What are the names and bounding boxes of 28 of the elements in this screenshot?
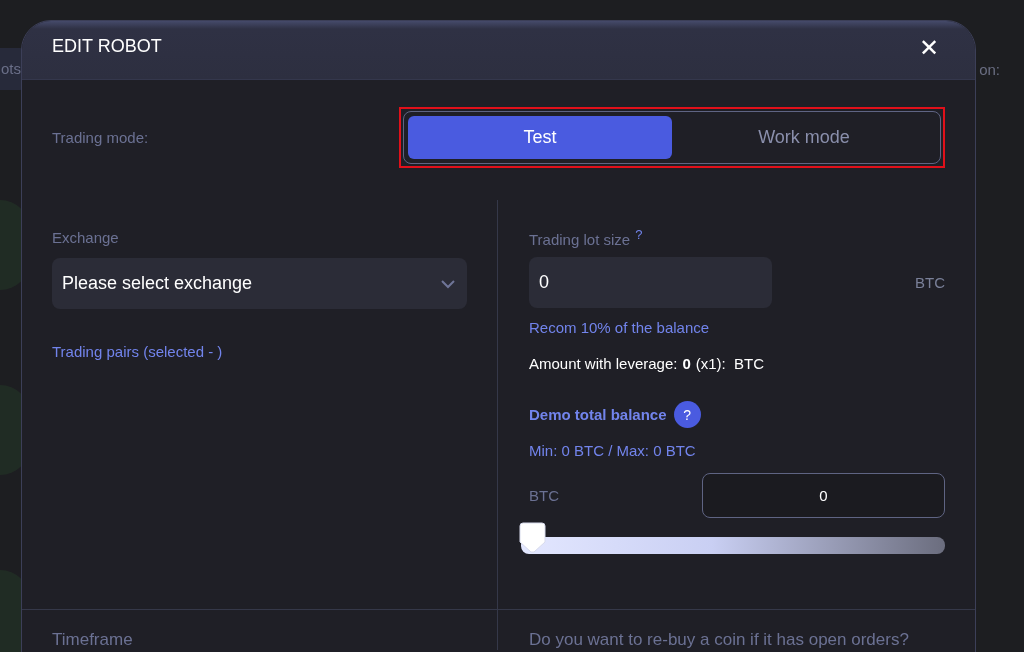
leverage-label: Amount with leverage: bbox=[529, 355, 678, 372]
unit-label: BTC bbox=[915, 274, 945, 291]
background-label: on: bbox=[979, 60, 1000, 78]
section-title: Timeframe bbox=[52, 630, 133, 649]
slider-thumb[interactable] bbox=[518, 522, 547, 553]
dialog-title: EDIT ROBOT bbox=[52, 35, 162, 57]
balance-input[interactable]: 0 bbox=[702, 473, 945, 518]
mode-tab[interactable]: Work mode bbox=[672, 115, 936, 159]
trading-pairs-link[interactable]: Trading pairs (selected - ) bbox=[52, 343, 467, 360]
help-button[interactable]: ? bbox=[673, 401, 701, 428]
chevron-down-icon bbox=[440, 278, 456, 289]
select-placeholder: Please select exchange bbox=[62, 273, 253, 294]
balance-slider[interactable] bbox=[518, 522, 945, 554]
mode-tab[interactable]: Test bbox=[408, 115, 672, 159]
leverage-value: 0 bbox=[682, 355, 691, 372]
unit-label: BTC bbox=[529, 487, 559, 504]
field-label: Exchange bbox=[52, 229, 120, 246]
recommendation-text: Recom 10% of the balance bbox=[529, 319, 711, 336]
lot-size-input[interactable]: 0 bbox=[529, 257, 772, 308]
section-title: Do you want to re-buy a coin if it has open orders? bbox=[529, 630, 909, 649]
leverage-multiplier: (x1): BTC bbox=[695, 355, 765, 372]
help-mark[interactable]: ? bbox=[635, 227, 643, 242]
field-label: Trading mode: bbox=[52, 128, 149, 146]
close-button[interactable]: ✕ bbox=[918, 36, 939, 60]
field-label: Trading lot size bbox=[529, 231, 631, 248]
demo-balance-label: Demo total balance bbox=[529, 406, 667, 423]
exchange-select[interactable]: Please select exchange bbox=[52, 258, 467, 309]
range-text: Min: 0 BTC / Max: 0 BTC bbox=[529, 442, 697, 459]
